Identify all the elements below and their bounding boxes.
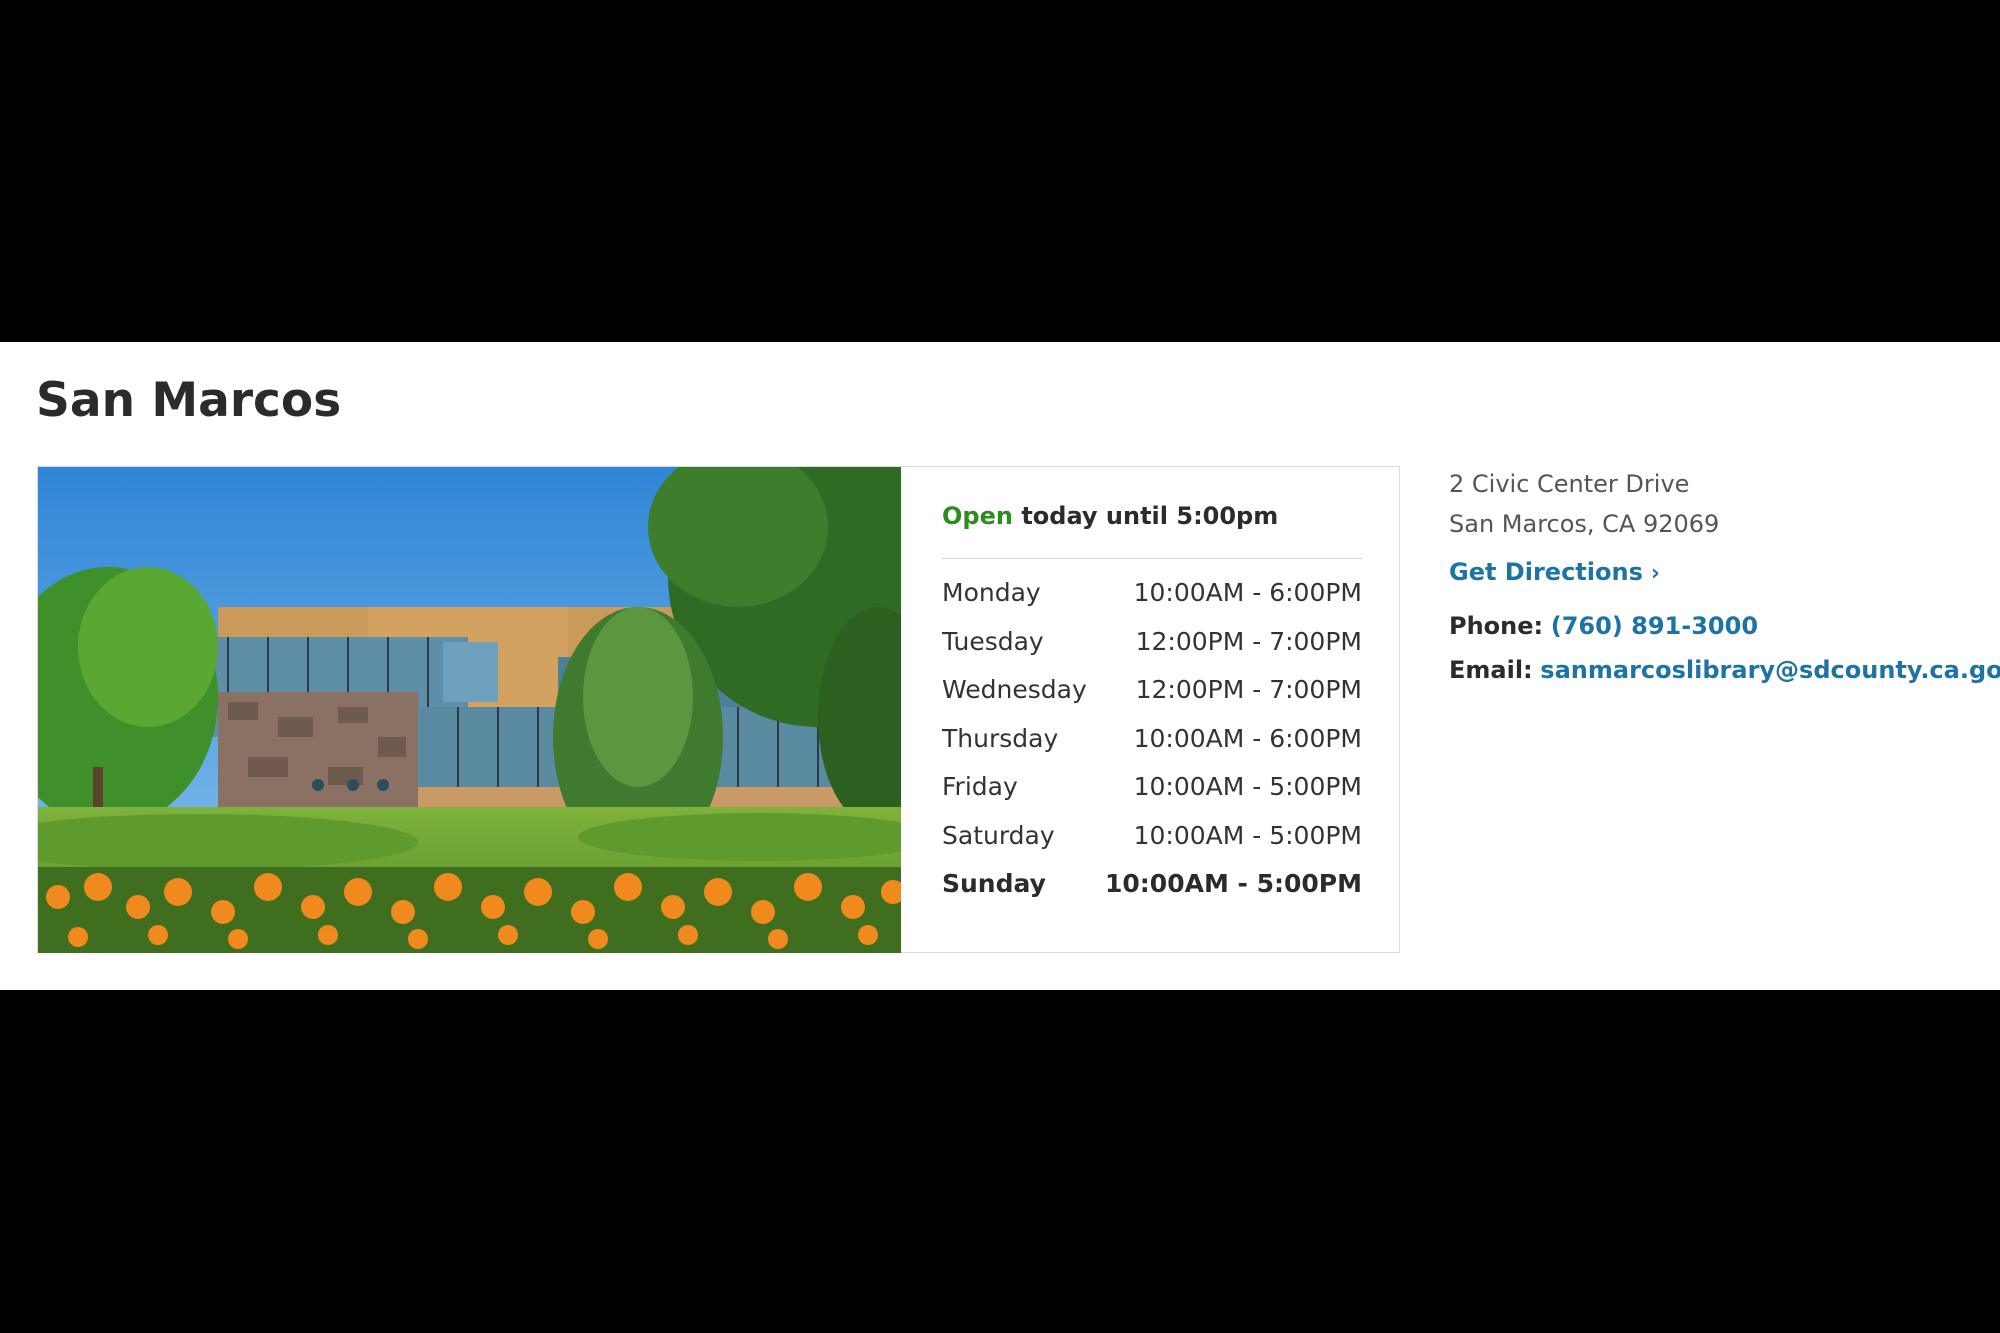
open-status-label: Open — [942, 502, 1013, 530]
hours-row-sunday: Sunday 10:00AM - 5:00PM — [942, 860, 1362, 909]
hours-row-thursday: Thursday 10:00AM - 6:00PM — [942, 715, 1362, 764]
get-directions-link[interactable]: Get Directions › — [1449, 552, 1660, 594]
phone-line: Phone: (760) 891-3000 — [1449, 604, 1969, 648]
hours-day: Monday — [942, 578, 1041, 607]
address-line-1: 2 Civic Center Drive — [1449, 470, 1690, 498]
get-directions-label: Get Directions — [1449, 558, 1643, 586]
hours-row-friday: Friday 10:00AM - 5:00PM — [942, 763, 1362, 812]
hours-row-tuesday: Tuesday 12:00PM - 7:00PM — [942, 618, 1362, 667]
phone-link[interactable]: (760) 891-3000 — [1551, 612, 1758, 640]
hours-time: 10:00AM - 5:00PM — [1133, 772, 1362, 801]
hours-divider — [942, 558, 1362, 559]
hours-row-wednesday: Wednesday 12:00PM - 7:00PM — [942, 666, 1362, 715]
hours-time: 10:00AM - 6:00PM — [1133, 723, 1362, 753]
email-line: Email: sanmarcoslibrary@sdcounty.ca.gov — [1449, 648, 2000, 692]
open-status-detail: today until 5:00pm — [1021, 502, 1279, 530]
phone-label: Phone: — [1449, 612, 1544, 640]
hours-day: Sunday — [942, 869, 1046, 898]
hours-time: 12:00PM - 7:00PM — [1135, 626, 1362, 656]
library-building-photo — [38, 467, 901, 953]
hours-time: 12:00PM - 7:00PM — [1135, 675, 1362, 704]
hours-time: 10:00AM - 5:00PM — [1133, 820, 1362, 850]
hours-day: Tuesday — [942, 626, 1044, 656]
hours-day: Wednesday — [942, 675, 1087, 704]
page-title: San Marcos — [36, 373, 342, 428]
hours-row-monday: Monday 10:00AM - 6:00PM — [942, 569, 1362, 618]
chevron-right-icon: › — [1650, 561, 1660, 586]
email-link[interactable]: sanmarcoslibrary@sdcounty.ca.gov — [1540, 656, 2000, 684]
hours-panel: Open today until 5:00pm Monday 10:00AM - … — [942, 486, 1362, 909]
email-label: Email: — [1449, 656, 1533, 684]
hours-day: Thursday — [942, 723, 1059, 753]
hours-list: Monday 10:00AM - 6:00PM Tuesday 12:00PM - 7… — [942, 569, 1362, 909]
hours-time: 10:00AM - 5:00PM — [1105, 869, 1362, 898]
open-status: Open today until 5:00pm — [942, 486, 1362, 546]
hours-day: Friday — [942, 772, 1018, 801]
letterbox-top — [0, 0, 2000, 342]
address-line-2: San Marcos, CA 92069 — [1449, 510, 1720, 538]
hours-row-saturday: Saturday 10:00AM - 5:00PM — [942, 812, 1362, 861]
branch-info: 2 Civic Center Drive San Marcos, CA 9206… — [1449, 464, 2000, 692]
hours-time: 10:00AM - 6:00PM — [1133, 578, 1362, 607]
hours-day: Saturday — [942, 820, 1055, 850]
letterbox-bottom — [0, 990, 2000, 1333]
